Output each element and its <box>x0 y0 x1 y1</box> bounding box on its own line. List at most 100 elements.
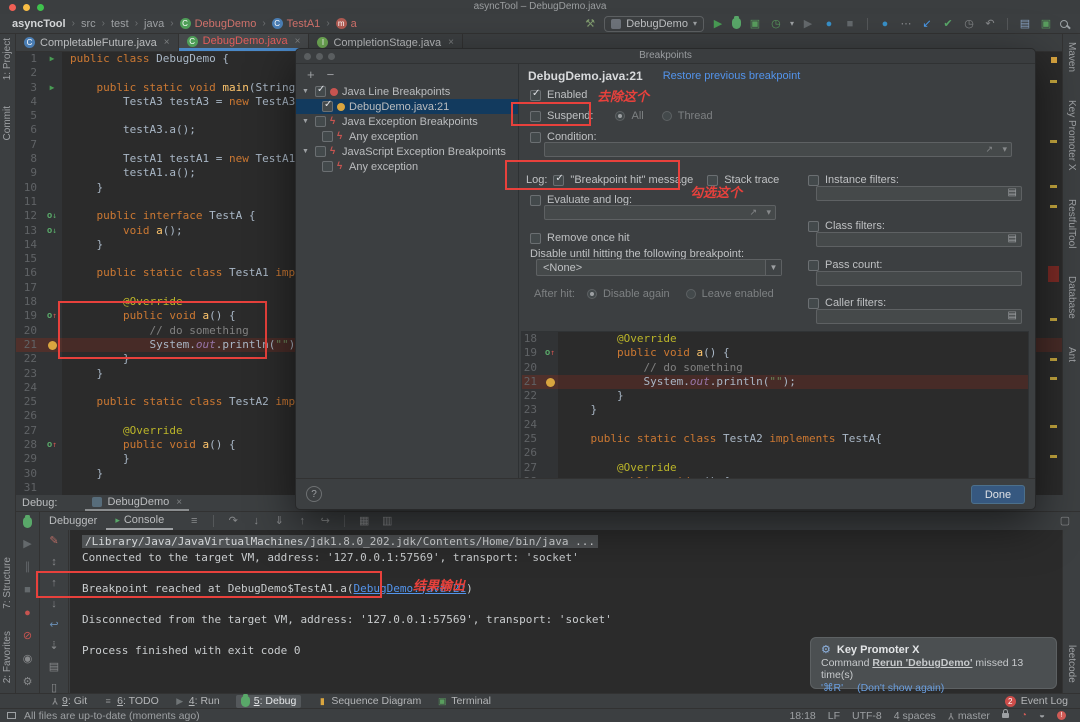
breakpoint-tree-item[interactable]: ▼Java Line Breakpoints <box>296 84 518 99</box>
evaluate-checkbox[interactable] <box>530 195 541 206</box>
status-item[interactable]: 18:18 <box>789 710 815 722</box>
code-line[interactable]: 21 System.out.println(""); <box>522 375 1028 389</box>
code-line[interactable]: 22 } <box>522 389 1028 403</box>
window-titlebar[interactable]: asyncTool – DebugDemo.java <box>0 0 1080 14</box>
expand-field-icon[interactable]: ↗ <box>749 207 757 218</box>
tree-checkbox[interactable] <box>322 161 333 172</box>
minimize-window-icon[interactable] <box>23 4 30 11</box>
editor-tab[interactable]: CDebugDemo.java× <box>179 34 310 51</box>
stop-square-icon[interactable]: ■ <box>21 583 35 597</box>
force-step-into-icon[interactable]: ⇓ <box>272 514 286 528</box>
tool-stripe-7-structure[interactable]: 7: Structure <box>2 557 13 609</box>
history-icon[interactable]: ◷ <box>962 17 976 31</box>
debug-bug-icon[interactable] <box>732 18 741 29</box>
tool-stripe-commit[interactable]: Commit <box>2 106 13 140</box>
marker-warning[interactable] <box>1050 425 1057 428</box>
toolwindow-button-terminal[interactable]: ▣Terminal <box>437 695 491 708</box>
breadcrumb-item[interactable]: java <box>144 18 164 30</box>
dialog-minimize-icon[interactable] <box>316 53 323 60</box>
code-line[interactable]: 20 // do something <box>522 361 1028 375</box>
disable-again-radio[interactable] <box>587 289 597 299</box>
step-out-icon[interactable]: ↑ <box>295 514 309 528</box>
toolwindow-button-debug[interactable]: 5: Debug <box>236 695 302 708</box>
marker-breakpoint[interactable] <box>1051 57 1057 63</box>
tool-stripe-1-project[interactable]: 1: Project <box>2 38 13 80</box>
close-window-icon[interactable] <box>9 4 16 11</box>
more-icon[interactable]: ⋯ <box>899 17 913 31</box>
editor-tab[interactable]: CCompletableFuture.java× <box>16 34 179 51</box>
zoom-window-icon[interactable] <box>37 4 44 11</box>
readonly-lock-icon[interactable] <box>1002 713 1009 718</box>
debug-session-tab[interactable]: DebugDemo × <box>85 495 189 511</box>
tool-stripe-database[interactable]: Database <box>1066 276 1077 319</box>
pass-count-checkbox[interactable] <box>808 260 819 271</box>
layout-settings-icon[interactable]: ▢ <box>1058 514 1072 528</box>
thread-dump-icon[interactable]: ◉ <box>21 652 35 666</box>
terminal-icon[interactable]: ▣ <box>1039 17 1053 31</box>
add-breakpoint-button[interactable]: + <box>307 67 315 82</box>
debug-tab-debugger[interactable]: Debugger <box>40 512 106 530</box>
chevron-expanded-icon[interactable]: ▼ <box>302 148 311 155</box>
breadcrumb-item[interactable]: CDebugDemo <box>180 18 257 30</box>
menu-icon[interactable]: ≡ <box>187 514 201 528</box>
breakpoint-tree-item[interactable]: ▼ϟJava Exception Breakpoints <box>296 114 518 129</box>
close-icon[interactable]: × <box>176 497 182 508</box>
tree-checkbox[interactable] <box>322 101 333 112</box>
resume-icon[interactable]: ▶ <box>21 537 35 551</box>
update-project-icon[interactable]: ↙ <box>920 17 934 31</box>
log-message-checkbox[interactable] <box>553 175 564 186</box>
marker-warning[interactable] <box>1050 455 1057 458</box>
toolwindow-button-git[interactable]: Y9: Git <box>52 695 87 708</box>
run-icon[interactable]: ▶ <box>711 17 725 31</box>
stop-icon[interactable]: ■ <box>843 17 857 31</box>
breadcrumb-item[interactable]: CTestA1 <box>272 18 321 30</box>
status-item[interactable]: 4 spaces <box>894 710 936 722</box>
filter-icon[interactable]: ▥ <box>380 514 394 528</box>
view-breakpoints-icon[interactable]: ● <box>21 606 35 620</box>
marker-warning[interactable] <box>1050 318 1057 321</box>
dialog-zoom-icon[interactable] <box>328 53 335 60</box>
run-to-cursor-icon[interactable]: ↪ <box>318 514 332 528</box>
code-line[interactable]: 24 <box>522 418 1028 432</box>
folder-icon[interactable]: ▤ <box>1008 233 1017 244</box>
close-icon[interactable]: × <box>295 36 301 47</box>
build-hammer-icon[interactable]: ⚒ <box>583 17 597 31</box>
tool-stripe-maven[interactable]: Maven <box>1066 42 1077 72</box>
toolwindow-toggle-icon[interactable] <box>7 712 16 719</box>
run-icon[interactable]: ▶ <box>50 81 55 95</box>
status-item[interactable]: LF <box>828 710 840 722</box>
tree-checkbox[interactable] <box>315 146 326 157</box>
settings-gear-icon[interactable]: ⚙ <box>21 675 35 689</box>
chevron-down-icon[interactable]: ▾ <box>1002 144 1007 155</box>
step-into-icon[interactable]: ↓ <box>249 514 263 528</box>
dialog-titlebar[interactable]: Breakpoints <box>296 49 1035 64</box>
print-icon[interactable]: ▤ <box>47 660 61 674</box>
debug-bug-icon[interactable] <box>23 517 32 528</box>
breakpoint-tree-item[interactable]: DebugDemo.java:21 <box>296 99 518 114</box>
code-line[interactable]: 26 <box>522 446 1028 460</box>
chevron-down-icon[interactable]: ▾ <box>766 207 771 218</box>
toolwindow-button-sequence-diagram[interactable]: ▮Sequence Diagram <box>317 695 421 708</box>
marker-warning[interactable] <box>1050 185 1057 188</box>
code-line[interactable]: 19o↑ public void a() { <box>522 346 1028 360</box>
background-tasks-icon[interactable]: ◔ <box>1021 710 1027 721</box>
breadcrumb-item[interactable]: asyncTool <box>12 18 66 30</box>
search-icon[interactable] <box>1060 20 1068 28</box>
mute-breakpoints-icon[interactable]: ⊘ <box>21 629 35 643</box>
sort-icon[interactable]: ↕ <box>47 555 61 569</box>
marker-warning[interactable] <box>1050 80 1057 83</box>
run-config-selector[interactable]: DebugDemo▾ <box>604 16 704 32</box>
leave-enabled-radio[interactable] <box>686 289 696 299</box>
breadcrumb-item[interactable]: test <box>111 18 129 30</box>
ide-browser-icon[interactable]: ● <box>822 17 836 31</box>
class-filters-field[interactable]: ▤ <box>816 232 1022 247</box>
expand-field-icon[interactable]: ↗ <box>985 144 993 155</box>
status-item[interactable]: UTF-8 <box>852 710 882 722</box>
marker-warning[interactable] <box>1050 377 1057 380</box>
toolwindow-button-todo[interactable]: ≡6: TODO <box>103 695 159 708</box>
breadcrumb-item[interactable]: ma <box>336 18 357 30</box>
coverage-icon[interactable]: ▣ <box>748 17 762 31</box>
folder-icon[interactable]: ▤ <box>1008 310 1017 321</box>
tool-stripe-2-favorites[interactable]: 2: Favorites <box>2 631 13 683</box>
stack-trace-checkbox[interactable] <box>707 175 718 186</box>
